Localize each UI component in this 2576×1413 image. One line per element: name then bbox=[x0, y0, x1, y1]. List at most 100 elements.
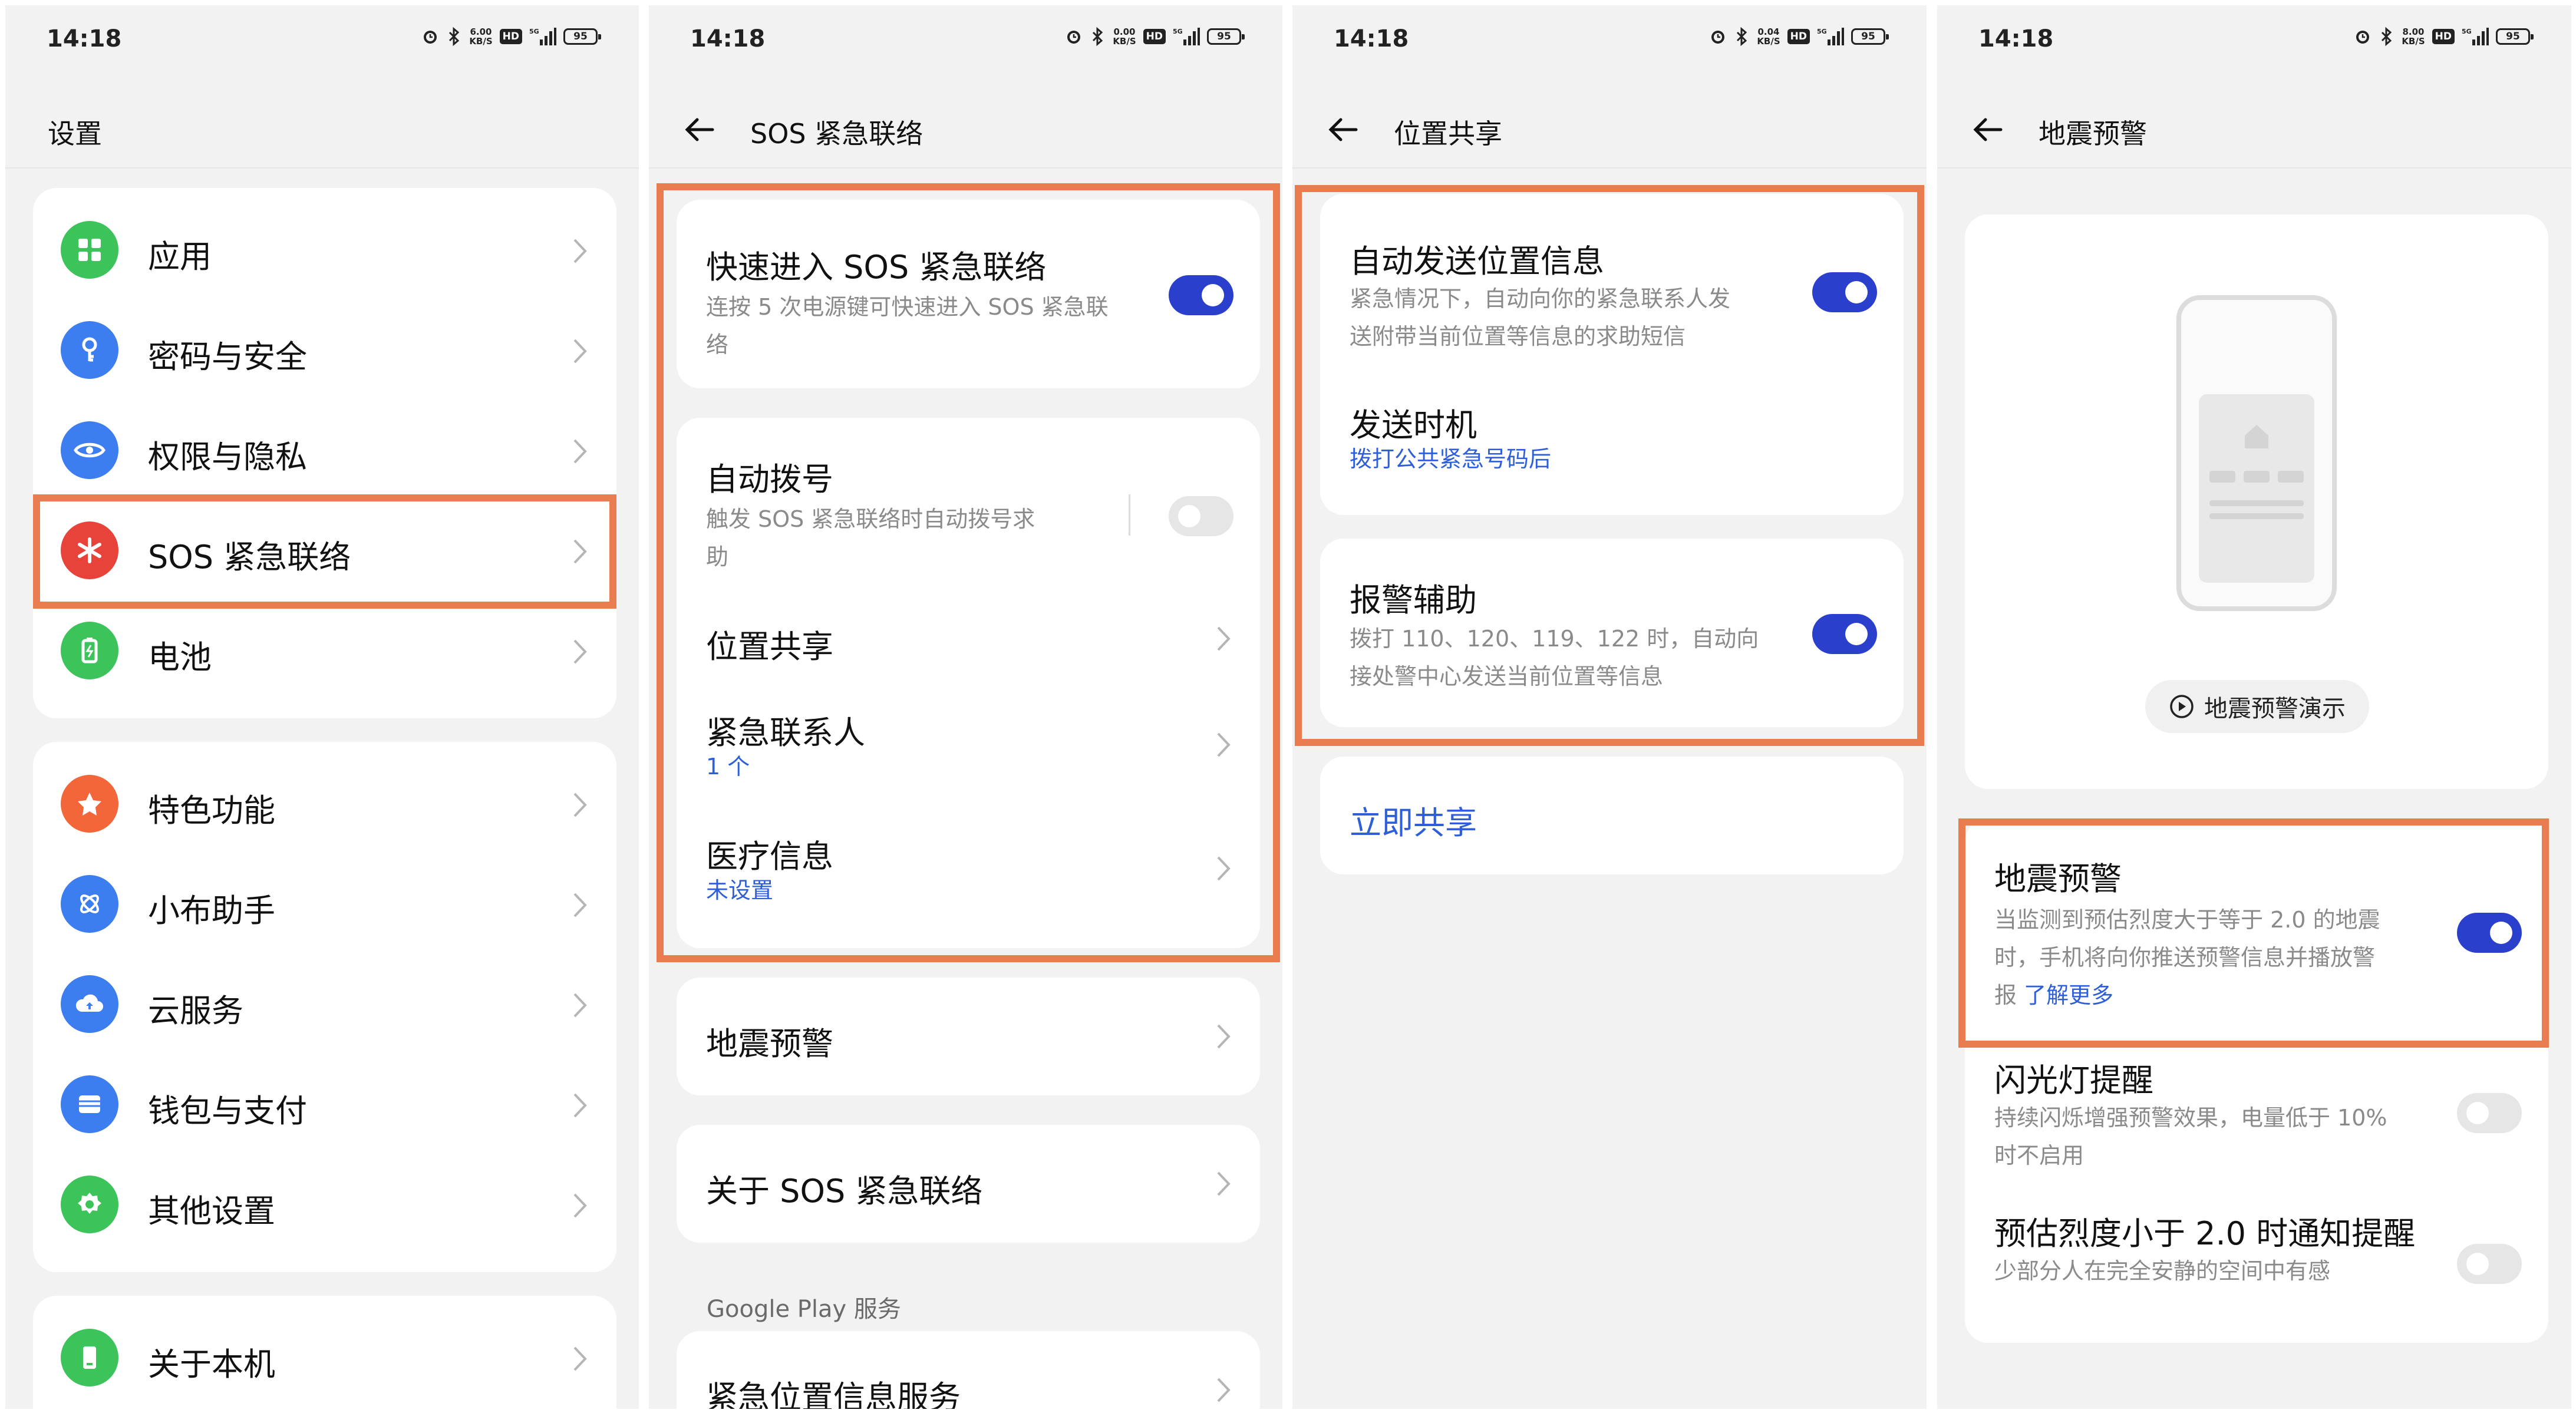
chevron-right-icon bbox=[573, 1346, 587, 1371]
status-time: 14:18 bbox=[1334, 25, 1409, 52]
chevron-right-icon bbox=[573, 893, 587, 917]
hd-badge: HD bbox=[1143, 29, 1166, 44]
page-title: 位置共享 bbox=[1394, 118, 1502, 150]
flash-reminder-desc-line1: 持续闪烁增强预警效果，电量低于 10% bbox=[1994, 1105, 2387, 1131]
flash-reminder-toggle[interactable] bbox=[2457, 1093, 2522, 1133]
section-header-google: Google Play 服务 bbox=[707, 1296, 901, 1323]
settings-item-features[interactable]: 特色功能 bbox=[33, 754, 616, 854]
key-icon bbox=[61, 321, 118, 379]
highlight-box-sos-options bbox=[657, 183, 1280, 962]
hd-badge: HD bbox=[2432, 29, 2455, 44]
hd-badge: HD bbox=[1787, 29, 1810, 44]
chevron-right-icon bbox=[573, 1193, 587, 1218]
low-intensity-desc: 少部分人在完全安静的空间中有感 bbox=[1994, 1258, 2331, 1284]
page-title: 设置 bbox=[48, 118, 102, 150]
svg-text:5G: 5G bbox=[2462, 28, 2472, 35]
battery-indicator: 95 bbox=[1851, 28, 1889, 45]
settings-item-other[interactable]: 其他设置 bbox=[33, 1154, 616, 1254]
back-arrow-icon[interactable] bbox=[682, 111, 718, 148]
settings-item-cloud[interactable]: 云服务 bbox=[33, 954, 616, 1054]
sos-screen: 14:18 0.00 KB/S HD 5G 95 SOS 紧急联络 快速进入 SO… bbox=[649, 5, 1282, 1409]
battery-indicator: 95 bbox=[2496, 28, 2534, 45]
low-intensity-toggle[interactable] bbox=[2457, 1244, 2522, 1284]
chevron-right-icon bbox=[573, 639, 587, 664]
header-divider bbox=[1937, 167, 2571, 169]
settings-item-label: 其他设置 bbox=[148, 1193, 275, 1230]
settings-item-label: 电池 bbox=[148, 639, 212, 676]
settings-item-label: 云服务 bbox=[148, 992, 243, 1029]
low-intensity-label: 预估烈度小于 2.0 时通知提醒 bbox=[1994, 1215, 2416, 1252]
chevron-right-icon bbox=[573, 1093, 587, 1118]
header-divider bbox=[1292, 167, 1927, 169]
earthquake-warning-screen: 14:18 8.00 KB/S HD 5G 95 地震预警 地震预警演示 地震预… bbox=[1937, 5, 2571, 1409]
bluetooth-icon bbox=[1737, 27, 1747, 47]
emergency-location-label: 紧急位置信息服务 bbox=[706, 1379, 961, 1409]
settings-item-wallet[interactable]: 钱包与支付 bbox=[33, 1054, 616, 1154]
phone-illustration bbox=[2176, 295, 2337, 611]
settings-group-1: 应用 密码与安全 权限与隐私 SOS 紧急联络 电池 bbox=[33, 188, 616, 718]
phone-icon bbox=[61, 1329, 118, 1386]
emergency-location-row[interactable]: 紧急位置信息服务 bbox=[677, 1331, 1260, 1409]
status-time: 14:18 bbox=[690, 25, 766, 52]
bluetooth-icon bbox=[2382, 27, 2392, 47]
earthquake-demo-button[interactable]: 地震预警演示 bbox=[2145, 680, 2369, 733]
network-speed: 0.00 KB/S bbox=[1113, 27, 1136, 47]
settings-group-3: 关于本机 bbox=[33, 1296, 616, 1409]
about-sos-label: 关于 SOS 紧急联络 bbox=[706, 1173, 983, 1210]
about-sos-row[interactable]: 关于 SOS 紧急联络 bbox=[677, 1125, 1260, 1243]
page-title: 地震预警 bbox=[2039, 118, 2147, 150]
alarm-icon bbox=[1711, 31, 1725, 44]
settings-screen: 14:18 6.00 KB/S HD 5G 95 设置 应用 密码与安全 权限与… bbox=[5, 5, 639, 1409]
bluetooth-icon bbox=[449, 27, 460, 47]
svg-text:5G: 5G bbox=[1173, 28, 1183, 35]
settings-item-label: 小布助手 bbox=[148, 892, 275, 929]
assistant-icon bbox=[61, 875, 118, 933]
highlight-box-sos-item bbox=[33, 494, 616, 609]
privacy-eye-icon bbox=[61, 421, 118, 479]
back-arrow-icon[interactable] bbox=[1325, 111, 1362, 148]
settings-item-label: 特色功能 bbox=[148, 792, 275, 829]
chevron-right-icon bbox=[1217, 1378, 1231, 1402]
gear-icon bbox=[61, 1176, 118, 1233]
settings-item-label: 密码与安全 bbox=[148, 338, 307, 375]
svg-text:5G: 5G bbox=[1817, 28, 1827, 35]
earthquake-card: 地震预警 bbox=[677, 978, 1260, 1095]
settings-item-battery[interactable]: 电池 bbox=[33, 600, 616, 701]
battery-indicator: 95 bbox=[1207, 28, 1245, 45]
emergency-location-card: 紧急位置信息服务 bbox=[677, 1331, 1260, 1409]
share-now-card: 立即共享 bbox=[1320, 757, 1904, 874]
earthquake-preview-card: 地震预警演示 bbox=[1965, 214, 2548, 789]
chevron-right-icon bbox=[573, 993, 587, 1018]
location-share-screen: 14:18 0.04 KB/S HD 5G 95 位置共享 自动发送位置信息 紧急… bbox=[1292, 5, 1927, 1409]
low-intensity-row[interactable]: 预估烈度小于 2.0 时通知提醒 少部分人在完全安静的空间中有感 bbox=[1965, 1196, 2548, 1337]
status-bar: 14:18 8.00 KB/S HD 5G 95 bbox=[1937, 5, 2571, 76]
back-arrow-icon[interactable] bbox=[1970, 111, 2007, 148]
cloud-icon bbox=[61, 975, 118, 1033]
highlight-box-earthquake-warning bbox=[1958, 818, 2549, 1048]
settings-item-assistant[interactable]: 小布助手 bbox=[33, 854, 616, 954]
apps-icon bbox=[61, 221, 118, 279]
share-now-button[interactable]: 立即共享 bbox=[1350, 797, 1477, 843]
chevron-right-icon bbox=[573, 239, 587, 263]
alarm-icon bbox=[424, 31, 437, 44]
earthquake-row[interactable]: 地震预警 bbox=[677, 978, 1260, 1095]
status-bar: 14:18 0.04 KB/S HD 5G 95 bbox=[1292, 5, 1927, 76]
settings-item-apps[interactable]: 应用 bbox=[33, 200, 616, 300]
bluetooth-icon bbox=[1093, 27, 1103, 47]
settings-item-permissions-privacy[interactable]: 权限与隐私 bbox=[33, 400, 616, 500]
header-divider bbox=[649, 167, 1282, 169]
signal-icon: 5G bbox=[1173, 28, 1200, 45]
signal-icon: 5G bbox=[2462, 28, 2489, 45]
chevron-right-icon bbox=[1217, 1171, 1231, 1196]
earthquake-demo-label: 地震预警演示 bbox=[2204, 695, 2346, 722]
settings-item-label: 权限与隐私 bbox=[148, 438, 307, 476]
settings-item-about-phone[interactable]: 关于本机 bbox=[33, 1308, 616, 1408]
chevron-right-icon bbox=[573, 339, 587, 364]
flash-reminder-row[interactable]: 闪光灯提醒 持续闪烁增强预警效果，电量低于 10% 时不启用 bbox=[1965, 1042, 2548, 1196]
signal-icon: 5G bbox=[1817, 28, 1844, 45]
settings-item-label: 应用 bbox=[148, 238, 212, 275]
flash-reminder-desc-line2: 时不启用 bbox=[1994, 1143, 2084, 1168]
settings-item-password-security[interactable]: 密码与安全 bbox=[33, 300, 616, 400]
page-title: SOS 紧急联络 bbox=[750, 118, 923, 150]
earthquake-label: 地震预警 bbox=[706, 1025, 833, 1062]
